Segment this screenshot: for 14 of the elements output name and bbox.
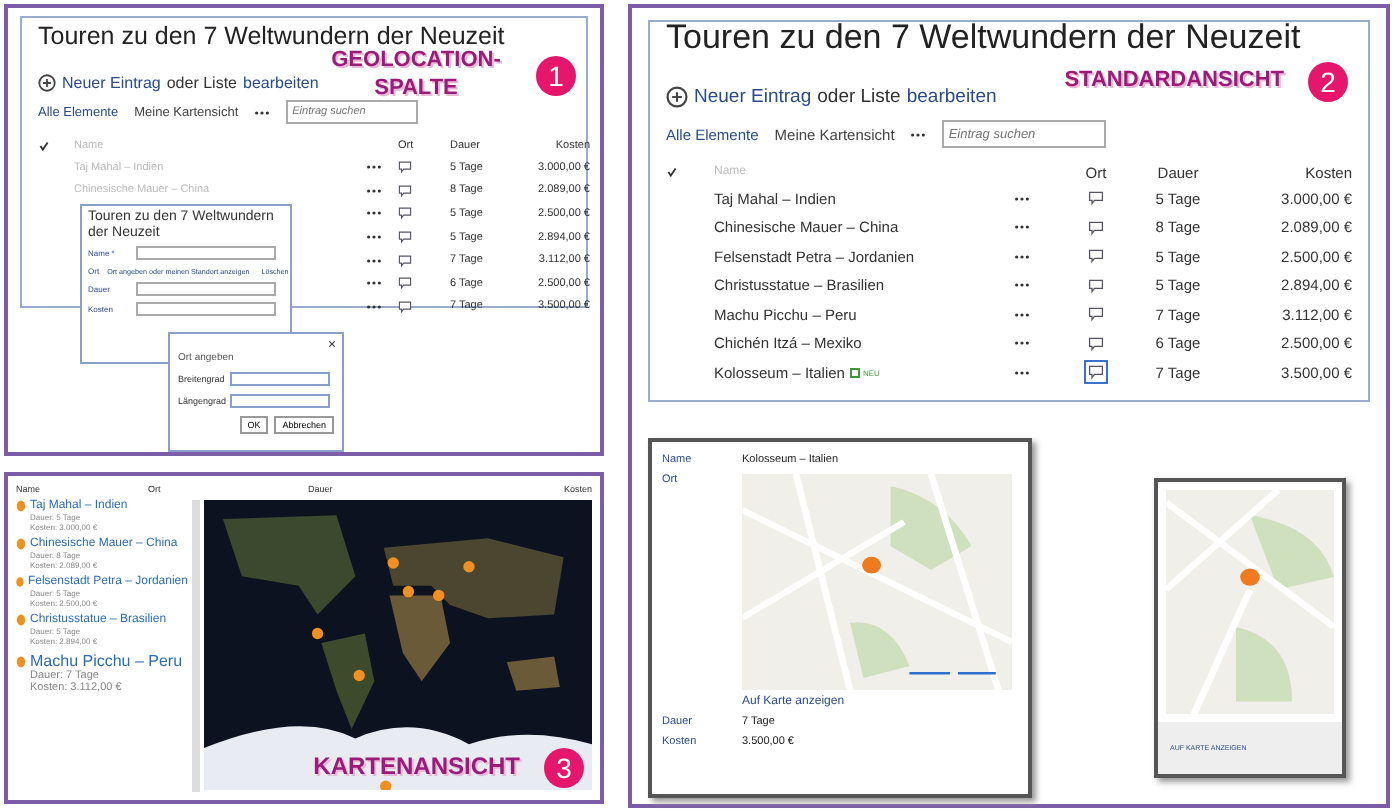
place-link[interactable]: Machu Picchu – Peru — [30, 652, 183, 670]
list-title: Touren zu den 7 Weltwundern der Neuzeit — [38, 24, 505, 50]
badge-label: KARTENANSICHT — [313, 752, 522, 784]
number-badge: 2 — [1308, 62, 1348, 102]
toolbar-text: oder Liste — [817, 86, 901, 108]
toolbar-link[interactable]: bearbeiten — [243, 74, 319, 92]
toolbar-link[interactable]: Neuer Eintrag — [62, 74, 161, 92]
number-badge: 1 — [536, 56, 576, 97]
badge-label: GEOLOCATION-SPALTE — [329, 48, 503, 104]
badge-label: STANDARDANSICHT — [1064, 67, 1286, 96]
toolbar-text: oder Liste — [166, 74, 237, 92]
toolbar-link[interactable]: Neuer Eintrag — [694, 86, 812, 108]
toolbar-link[interactable]: bearbeiten — [906, 86, 997, 108]
list-title: Touren zu den 7 Weltwundern der Neuzeit — [666, 20, 1301, 58]
